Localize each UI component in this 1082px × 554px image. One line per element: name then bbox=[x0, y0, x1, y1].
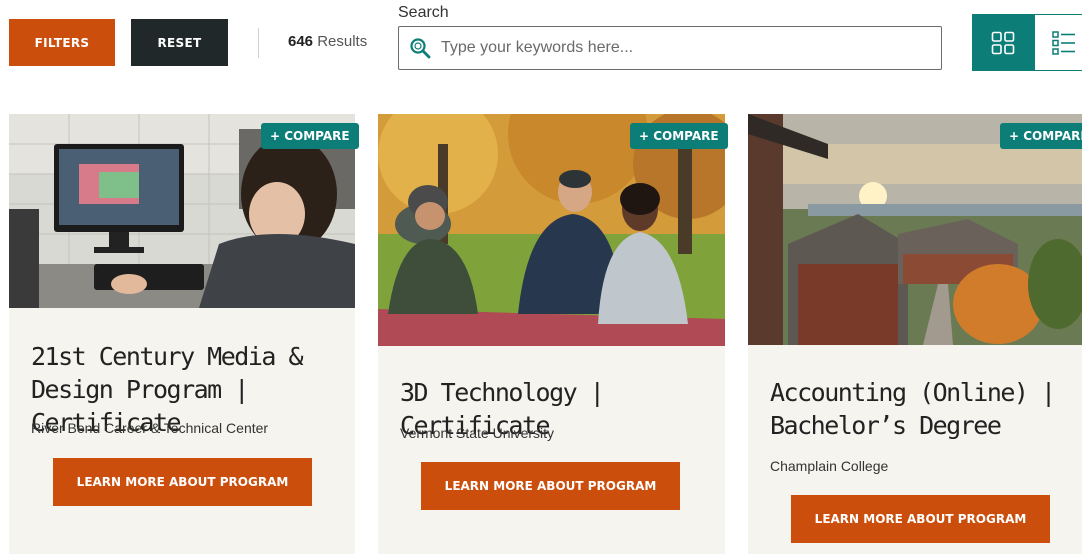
list-view-button[interactable] bbox=[1034, 14, 1082, 71]
toolbar-divider bbox=[258, 28, 259, 58]
program-title[interactable]: Accounting (Online) | Bachelor’s Degree bbox=[770, 376, 1070, 442]
results-number: 646 bbox=[288, 33, 314, 50]
learn-more-button[interactable]: LEARN MORE ABOUT PROGRAM bbox=[53, 458, 312, 506]
compare-button[interactable]: + COMPARE bbox=[261, 123, 359, 149]
school-name: Champlain College bbox=[770, 458, 889, 474]
search-box[interactable] bbox=[398, 26, 942, 70]
school-name: Vermont State University bbox=[400, 425, 555, 441]
compare-button[interactable]: + COMPARE bbox=[630, 123, 728, 149]
results-count: 646 Results bbox=[288, 33, 367, 50]
program-card: + COMPARE Accounting (Online) | Bachelor… bbox=[748, 114, 1082, 554]
list-view-icon bbox=[1052, 30, 1075, 55]
results-word: Results bbox=[317, 33, 368, 50]
learn-more-button[interactable]: LEARN MORE ABOUT PROGRAM bbox=[421, 462, 680, 510]
learn-more-button[interactable]: LEARN MORE ABOUT PROGRAM bbox=[791, 495, 1050, 543]
search-input[interactable] bbox=[441, 33, 931, 63]
filters-button[interactable]: FILTERS bbox=[9, 19, 115, 66]
program-card: + COMPARE 21st Century Media & Design Pr… bbox=[9, 114, 359, 554]
search-label: Search bbox=[398, 4, 449, 21]
reset-button[interactable]: RESET bbox=[131, 19, 228, 66]
program-card: + COMPARE 3D Technology | Certificate Ve… bbox=[378, 114, 728, 554]
search-icon bbox=[410, 38, 431, 59]
school-name: River Bend Career & Technical Center bbox=[31, 420, 269, 436]
grid-view-button[interactable] bbox=[972, 14, 1034, 71]
grid-view-icon bbox=[991, 31, 1015, 54]
compare-button[interactable]: + COMPARE bbox=[1000, 123, 1082, 149]
